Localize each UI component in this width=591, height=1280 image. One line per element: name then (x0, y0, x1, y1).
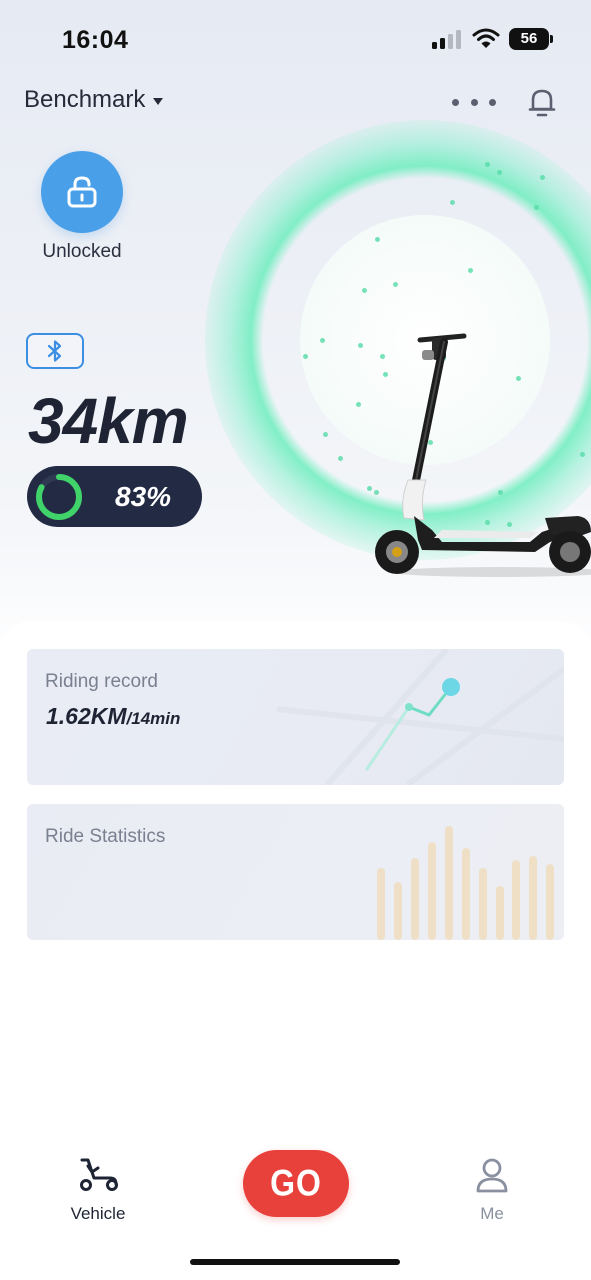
more-options-button[interactable] (452, 90, 496, 114)
scooter-icon (80, 1158, 118, 1191)
device-selector[interactable]: Benchmark (24, 86, 164, 114)
battery-percent: 83% (115, 481, 172, 512)
particle-dot (362, 288, 367, 293)
particle-dot (323, 432, 328, 437)
nav-vehicle-tab[interactable]: Vehicle (58, 1150, 138, 1226)
battery-level-indicator: 56 (509, 28, 549, 50)
particle-dot (534, 205, 539, 210)
particle-dot (540, 175, 545, 180)
scooter-image (375, 333, 591, 577)
nav-me-label: Me (480, 1204, 504, 1223)
particle-dot (497, 170, 502, 175)
bell-icon[interactable] (524, 84, 560, 120)
particle-dot (450, 200, 455, 205)
ride-summary: 1.62KM/14min (46, 703, 180, 730)
nav-vehicle-label: Vehicle (70, 1204, 126, 1223)
particle-dot (468, 268, 473, 273)
battery-status-pill: 83% (27, 466, 202, 527)
ride-statistics-card[interactable]: Ride Statistics (27, 804, 564, 940)
lock-toggle-button[interactable] (41, 151, 123, 233)
stat-bar (377, 868, 385, 940)
ride-duration: /14min (126, 709, 181, 728)
ride-statistics-title: Ride Statistics (45, 826, 166, 847)
device-name: Benchmark (24, 86, 146, 113)
riding-record-title: Riding record (45, 671, 158, 692)
nav-me-tab[interactable]: Me (452, 1150, 532, 1226)
range-remaining: 34km (28, 385, 189, 457)
go-button[interactable]: GO (243, 1150, 349, 1217)
go-label: GO (270, 1162, 322, 1204)
riding-record-card[interactable]: Riding record 1.62KM/14min (27, 649, 564, 785)
bluetooth-status-button[interactable] (26, 333, 84, 369)
particle-dot (393, 282, 398, 287)
unlocked-padlock-icon (67, 176, 97, 208)
stat-bar (546, 864, 554, 940)
cellular-signal-icon (432, 29, 462, 49)
home-indicator (190, 1259, 400, 1265)
stat-bar (445, 826, 453, 940)
battery-ring-icon (36, 474, 82, 520)
lock-status-label: Unlocked (42, 241, 122, 262)
status-time: 16:04 (62, 26, 129, 54)
stat-bar (411, 858, 419, 940)
bluetooth-icon (47, 340, 62, 362)
particle-dot (485, 162, 490, 167)
stat-bar (512, 860, 520, 940)
caret-down-icon (153, 97, 164, 105)
more-dots-icon (452, 98, 459, 106)
wifi-icon (472, 28, 500, 48)
statistics-bars-graphic (377, 826, 554, 940)
stat-bar (479, 868, 487, 940)
stat-bar (462, 848, 470, 940)
stat-bar (496, 886, 504, 940)
particle-dot (375, 237, 380, 242)
stat-bar (529, 856, 537, 940)
battery-tip (550, 35, 553, 43)
stat-bar (394, 882, 402, 940)
particle-dot (338, 456, 343, 461)
ride-distance: 1.62KM (46, 703, 127, 729)
stat-bar (428, 842, 436, 940)
particle-dot (303, 354, 308, 359)
particle-dot (320, 338, 325, 343)
user-profile-icon (476, 1158, 508, 1193)
